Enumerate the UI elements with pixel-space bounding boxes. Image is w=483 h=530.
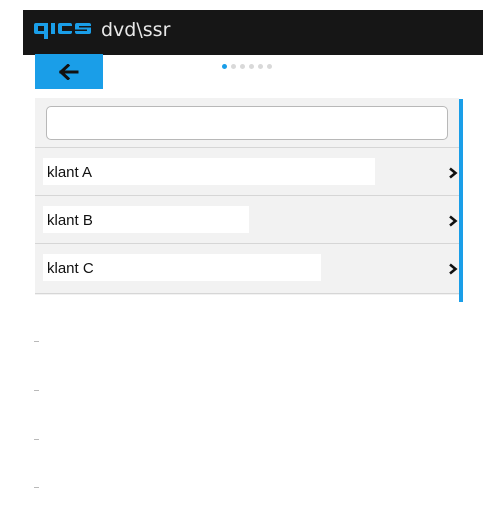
search-input[interactable] bbox=[46, 106, 448, 140]
divider bbox=[34, 439, 39, 440]
page-dot[interactable] bbox=[231, 64, 236, 69]
back-button[interactable] bbox=[35, 54, 103, 89]
qics-logo bbox=[34, 23, 91, 39]
divider bbox=[34, 341, 39, 342]
page-dot[interactable] bbox=[267, 64, 272, 69]
chevron-right-icon bbox=[449, 263, 458, 275]
scrollbar[interactable] bbox=[459, 99, 463, 302]
row-highlight bbox=[43, 158, 375, 185]
page-dot[interactable] bbox=[240, 64, 245, 69]
divider bbox=[34, 487, 39, 488]
divider bbox=[34, 390, 39, 391]
client-list-panel: klant A klant B klant C bbox=[35, 98, 459, 295]
list-item-label: klant B bbox=[47, 212, 93, 229]
content-area bbox=[37, 304, 483, 530]
page-indicator bbox=[222, 64, 272, 69]
arrow-left-icon bbox=[59, 63, 79, 80]
page-dot[interactable] bbox=[258, 64, 263, 69]
list-item-klant-b[interactable]: klant B bbox=[35, 195, 459, 243]
divider bbox=[35, 293, 459, 294]
chevron-right-icon bbox=[449, 167, 458, 179]
top-bar: dvd\ssr bbox=[23, 10, 483, 55]
list-item-label: klant A bbox=[47, 164, 93, 181]
chevron-right-icon bbox=[449, 215, 458, 227]
page-dot[interactable] bbox=[249, 64, 254, 69]
list-item-klant-a[interactable]: klant A bbox=[35, 147, 459, 195]
list-item-label: klant C bbox=[47, 260, 94, 277]
list-item-klant-c[interactable]: klant C bbox=[35, 243, 459, 291]
page-dot[interactable] bbox=[222, 64, 227, 69]
app-page: dvd\ssr klant A klant B klant C bbox=[0, 0, 483, 530]
app-title: dvd\ssr bbox=[101, 19, 171, 41]
